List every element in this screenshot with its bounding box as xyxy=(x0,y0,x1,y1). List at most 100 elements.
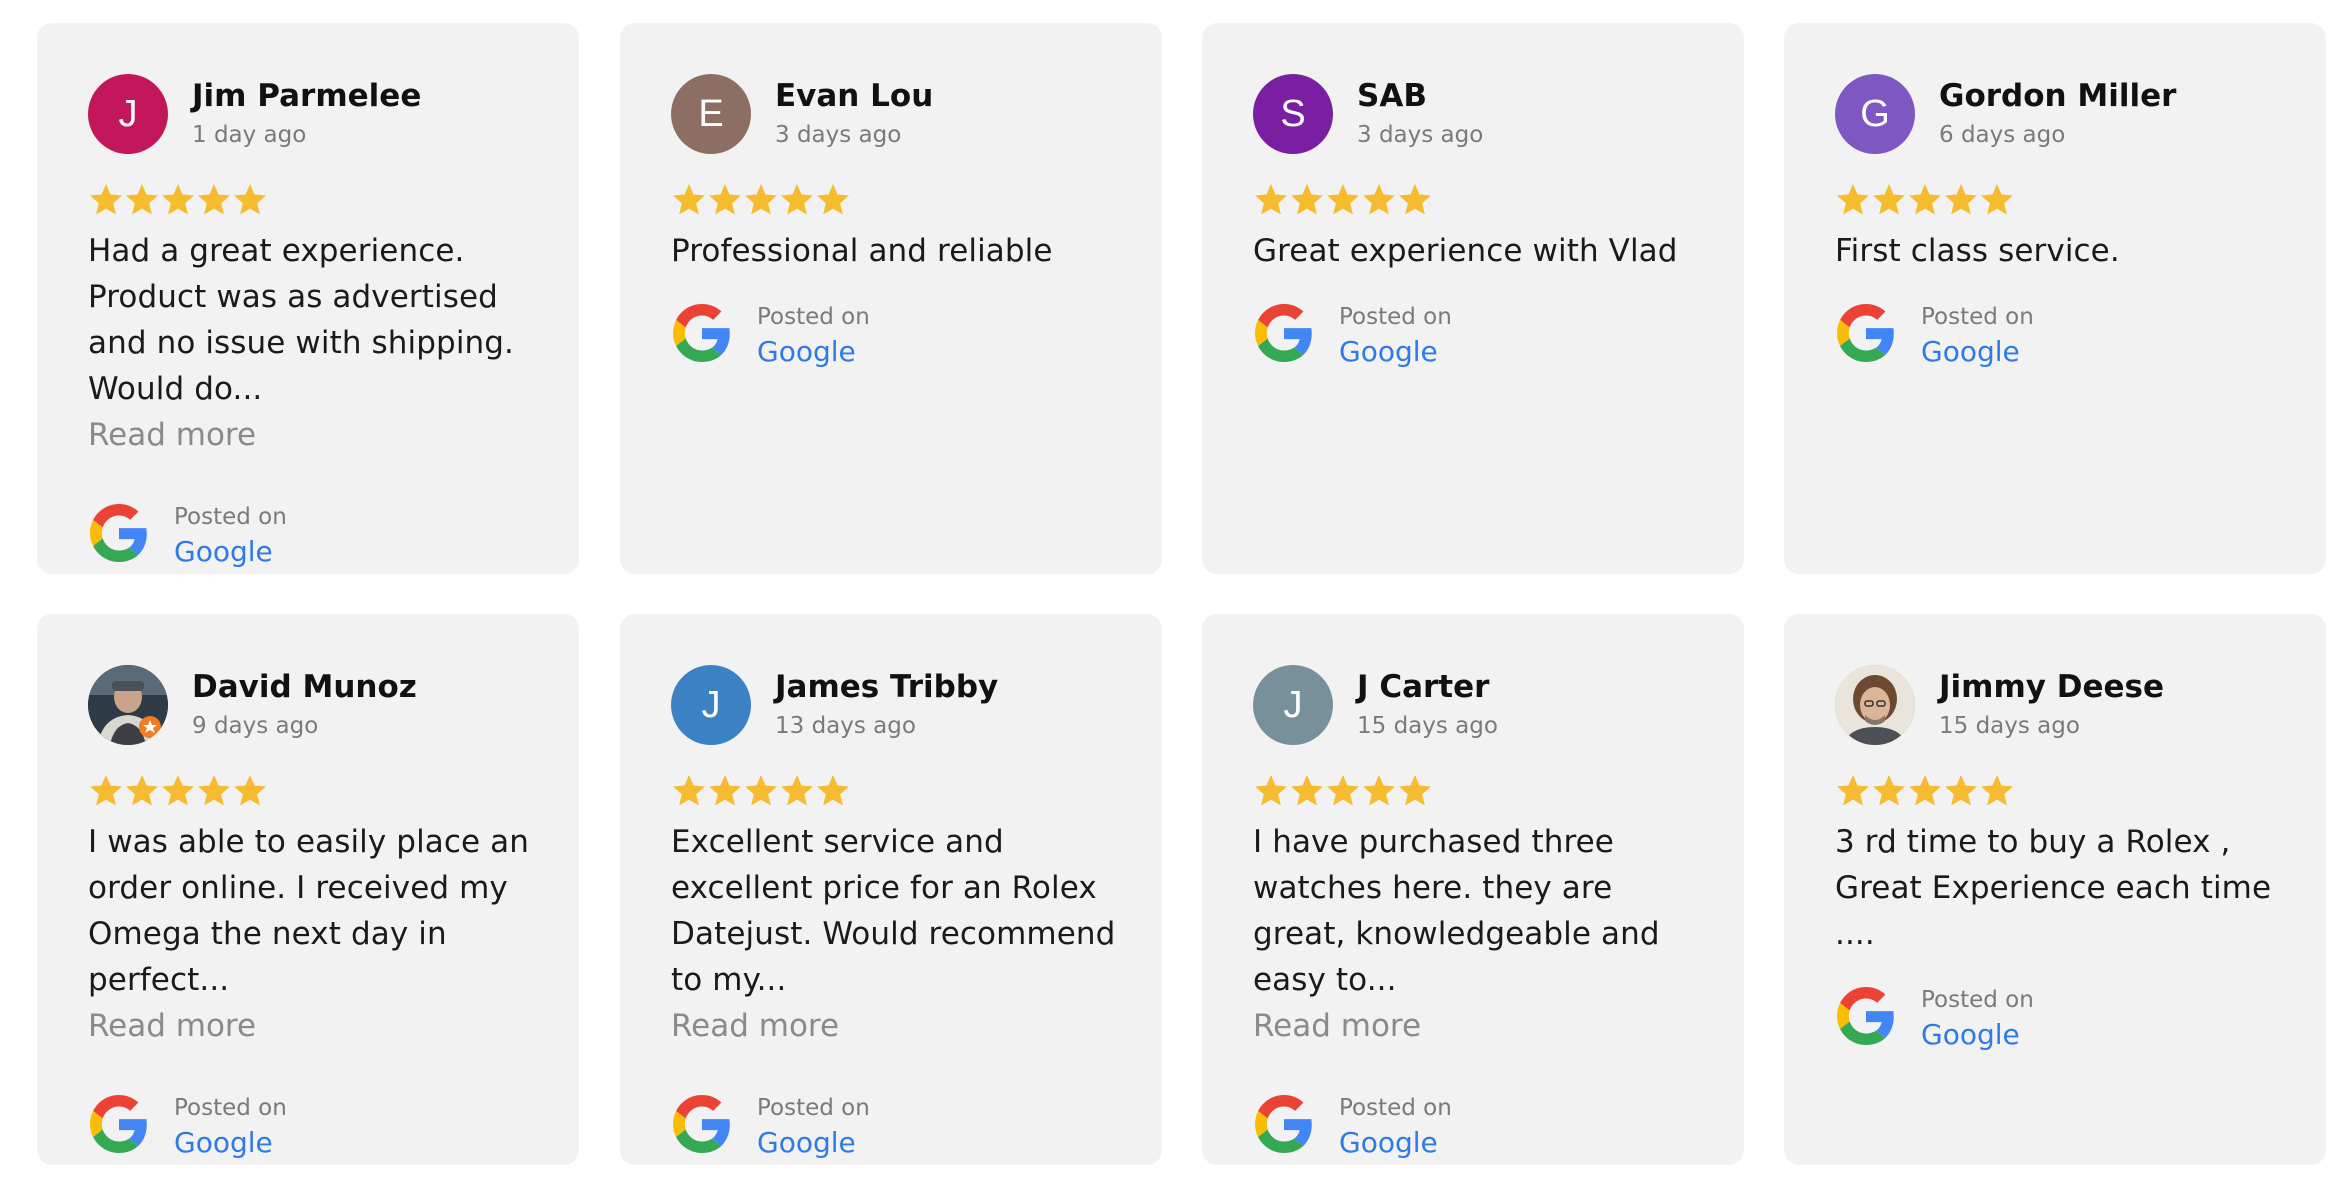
review-date: 15 days ago xyxy=(1939,713,2080,739)
review-card: J Jim Parmelee 1 day ago Had a great exp… xyxy=(37,23,579,574)
posted-on-label: Posted on xyxy=(174,1095,287,1121)
avatar-photo xyxy=(1835,665,1915,745)
read-more-link[interactable]: Read more xyxy=(1253,1003,1714,1049)
posted-on-label: Posted on xyxy=(757,304,870,330)
avatar-initial: J xyxy=(1283,683,1303,726)
star-icon xyxy=(1945,775,1977,806)
star-icon xyxy=(1363,775,1395,806)
review-date: 3 days ago xyxy=(1357,122,1484,148)
review-date: 1 day ago xyxy=(192,122,307,148)
star-icon xyxy=(745,184,777,215)
posted-on: Posted on Google xyxy=(1253,300,1714,370)
posted-on: Posted on Google xyxy=(88,1091,549,1161)
star-icon xyxy=(162,775,194,806)
posted-on: Posted on Google xyxy=(1253,1091,1714,1161)
review-date: 15 days ago xyxy=(1357,713,1498,739)
profile-photo xyxy=(88,665,168,745)
review-date: 3 days ago xyxy=(775,122,902,148)
star-rating xyxy=(1253,182,1714,222)
review-card: G Gordon Miller 6 days ago First class s… xyxy=(1784,23,2326,574)
star-icon xyxy=(1255,775,1287,806)
posted-on: Posted on Google xyxy=(1835,983,2296,1053)
star-icon xyxy=(817,775,849,806)
star-rating xyxy=(1835,773,2296,813)
reviewer-meta: J Carter 15 days ago xyxy=(1357,665,1498,743)
review-text: Professional and reliable xyxy=(671,233,1053,269)
platform-link[interactable]: Google xyxy=(1339,1125,1452,1161)
review-text: I have purchased three watches here. the… xyxy=(1253,824,1660,998)
platform-link[interactable]: Google xyxy=(757,334,870,370)
star-icon xyxy=(1291,775,1323,806)
review-date: 9 days ago xyxy=(192,713,319,739)
read-more-link[interactable]: Read more xyxy=(671,1003,1132,1049)
review-date: 13 days ago xyxy=(775,713,916,739)
star-icon xyxy=(709,775,741,806)
avatar-photo xyxy=(88,665,168,745)
star-icon xyxy=(1873,184,1905,215)
review-text: Had a great experience. Product was as a… xyxy=(88,233,515,407)
avatar: G xyxy=(1835,74,1915,154)
google-icon xyxy=(88,504,148,566)
star-icon xyxy=(234,775,266,806)
reviews-grid: J Jim Parmelee 1 day ago Had a great exp… xyxy=(0,0,2338,1178)
reviewer-meta: Jim Parmelee 1 day ago xyxy=(192,74,421,152)
google-icon xyxy=(1835,987,1895,1049)
platform-link[interactable]: Google xyxy=(757,1125,870,1161)
google-icon xyxy=(1835,304,1895,366)
review-header: J J Carter 15 days ago xyxy=(1253,665,1714,745)
profile-photo xyxy=(1835,665,1915,745)
google-icon xyxy=(1837,304,1894,362)
google-icon xyxy=(1255,1095,1312,1153)
platform-link[interactable]: Google xyxy=(1921,334,2034,370)
reviewer-name: Jimmy Deese xyxy=(1939,669,2165,705)
review-text: Excellent service and excellent price fo… xyxy=(671,824,1116,998)
google-icon xyxy=(1255,304,1312,362)
avatar: J xyxy=(88,74,168,154)
avatar: J xyxy=(1253,665,1333,745)
star-icon xyxy=(234,184,266,215)
platform-link[interactable]: Google xyxy=(1339,334,1452,370)
google-icon xyxy=(90,1095,147,1153)
star-rating xyxy=(1835,182,2296,222)
posted-on: Posted on Google xyxy=(671,1091,1132,1161)
read-more-link[interactable]: Read more xyxy=(88,412,549,458)
review-header: E Evan Lou 3 days ago xyxy=(671,74,1132,154)
platform-link[interactable]: Google xyxy=(174,534,287,570)
reviewer-meta: SAB 3 days ago xyxy=(1357,74,1483,152)
star-rating xyxy=(88,182,549,222)
star-icon xyxy=(673,184,705,215)
reviewer-name: David Munoz xyxy=(192,669,417,705)
star-icon xyxy=(1363,184,1395,215)
read-more-link[interactable]: Read more xyxy=(88,1003,549,1049)
review-header: Jimmy Deese 15 days ago xyxy=(1835,665,2296,745)
star-rating xyxy=(1253,773,1714,813)
posted-on: Posted on Google xyxy=(88,500,549,570)
review-card: Jimmy Deese 15 days ago 3 rd time to buy… xyxy=(1784,614,2326,1165)
star-icon xyxy=(1255,184,1287,215)
platform-link[interactable]: Google xyxy=(1921,1017,2034,1053)
review-card: J James Tribby 13 days ago Excellent ser… xyxy=(620,614,1162,1165)
star-icon xyxy=(90,184,122,215)
google-icon xyxy=(673,1095,730,1153)
avatar-initial: G xyxy=(1860,92,1890,135)
review-header: J James Tribby 13 days ago xyxy=(671,665,1132,745)
star-icon xyxy=(745,775,777,806)
posted-on-label: Posted on xyxy=(174,504,287,530)
star-icon xyxy=(1837,775,1869,806)
posted-on: Posted on Google xyxy=(671,300,1132,370)
star-icon xyxy=(781,775,813,806)
review-card: David Munoz 9 days ago I was able to eas… xyxy=(37,614,579,1165)
star-icon xyxy=(1399,775,1431,806)
reviewer-meta: James Tribby 13 days ago xyxy=(775,665,998,743)
star-icon xyxy=(1909,775,1941,806)
reviewer-name: Jim Parmelee xyxy=(192,78,422,114)
avatar-initial: J xyxy=(118,92,138,135)
reviewer-name: James Tribby xyxy=(775,669,999,705)
posted-on: Posted on Google xyxy=(1835,300,2296,370)
posted-on-label: Posted on xyxy=(1921,987,2034,1013)
avatar-initial: E xyxy=(698,92,724,135)
star-icon xyxy=(126,775,158,806)
review-text: 3 rd time to buy a Rolex , Great Experie… xyxy=(1835,824,2272,952)
posted-on-label: Posted on xyxy=(1921,304,2034,330)
platform-link[interactable]: Google xyxy=(174,1125,287,1161)
